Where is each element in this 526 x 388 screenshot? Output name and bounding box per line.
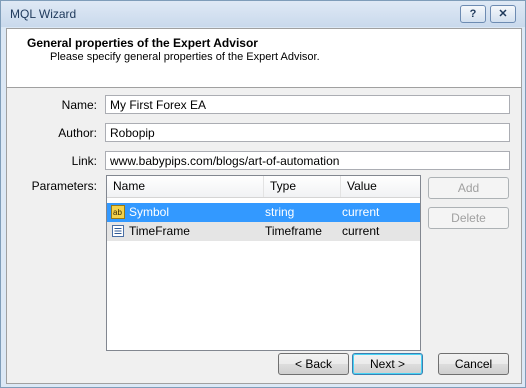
parameter-name: Symbol (129, 205, 170, 219)
parameter-type: string (265, 205, 295, 219)
string-param-icon: ab (111, 205, 125, 219)
link-field[interactable]: www.babypips.com/blogs/art-of-automation (105, 151, 510, 170)
author-label: Author: (58, 126, 97, 140)
parameter-row[interactable]: TimeFrame Timeframe current (107, 222, 420, 241)
svg-text:ab: ab (113, 208, 122, 217)
column-header-type[interactable]: Type (264, 176, 341, 197)
parameter-row[interactable]: ab Symbol string current (107, 203, 420, 222)
parameters-list[interactable]: Name Type Value ab Symbol string current (106, 175, 421, 351)
window-title: MQL Wizard (10, 7, 77, 21)
page-title: General properties of the Expert Advisor (27, 36, 258, 50)
page-subtitle: Please specify general properties of the… (50, 51, 320, 63)
column-header-name[interactable]: Name (107, 176, 264, 197)
close-button[interactable]: ✕ (490, 5, 516, 23)
parameter-value[interactable]: current (342, 203, 379, 222)
wizard-header: General properties of the Expert Advisor… (7, 29, 521, 88)
author-field[interactable]: Robopip (105, 123, 510, 142)
link-label: Link: (71, 154, 97, 168)
mql-wizard-window: MQL Wizard ? ✕ General properties of the… (0, 0, 526, 388)
title-bar[interactable]: MQL Wizard ? ✕ (1, 1, 525, 27)
help-button[interactable]: ? (460, 5, 486, 23)
column-header-value[interactable]: Value (341, 176, 420, 197)
name-label: Name: (61, 98, 97, 112)
parameter-value[interactable]: current (342, 222, 379, 241)
enum-param-icon (112, 225, 124, 237)
wizard-page: General properties of the Expert Advisor… (6, 28, 522, 384)
parameter-name: TimeFrame (129, 224, 190, 238)
cancel-button[interactable]: Cancel (438, 353, 509, 375)
parameter-type: Timeframe (265, 224, 322, 238)
add-button[interactable]: Add (428, 177, 509, 199)
next-button[interactable]: Next > (352, 353, 423, 375)
close-icon: ✕ (498, 8, 508, 20)
parameters-list-header: Name Type Value (107, 176, 420, 198)
delete-button[interactable]: Delete (428, 207, 509, 229)
parameters-label: Parameters: (31, 179, 97, 193)
back-button[interactable]: < Back (278, 353, 349, 375)
name-field[interactable]: My First Forex EA (105, 95, 510, 114)
